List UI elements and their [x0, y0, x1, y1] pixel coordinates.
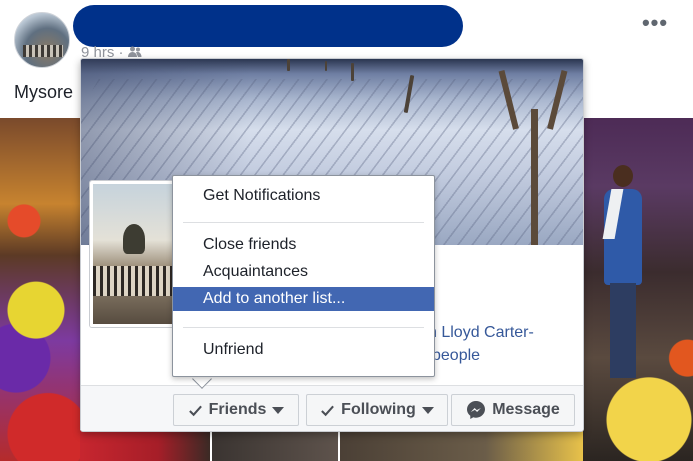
- friends-button[interactable]: Friends: [173, 394, 299, 426]
- following-button[interactable]: Following: [306, 394, 448, 426]
- hovercard-actions: Friends Following Message: [81, 385, 583, 431]
- photo-spices[interactable]: [0, 118, 80, 461]
- friends-dropdown-menu: Get Notifications Close friends Acquaint…: [172, 175, 435, 377]
- post-text: Mysore: [14, 82, 74, 102]
- menu-item-get-notifications[interactable]: Get Notifications: [173, 184, 434, 208]
- profile-picture[interactable]: [90, 181, 182, 327]
- vendor-figure: [602, 165, 642, 380]
- grid-divider: [210, 430, 212, 461]
- photo-bottom-2[interactable]: [212, 430, 338, 461]
- check-icon: [321, 405, 335, 416]
- friends-icon: [127, 46, 142, 57]
- grid-divider: [338, 430, 340, 461]
- menu-separator: [183, 327, 424, 328]
- author-name-redacted: [73, 5, 463, 47]
- messenger-icon: [467, 401, 486, 419]
- caret-down-icon: [272, 406, 285, 414]
- more-options-icon[interactable]: •••: [640, 12, 670, 34]
- mutual-friends-line-1: h Lloyd Carter-: [428, 324, 534, 341]
- mutual-friends-link[interactable]: h Lloyd Carter- people: [428, 321, 534, 367]
- caret-down-icon: [421, 406, 434, 414]
- message-button-label: Message: [492, 401, 560, 418]
- mutual-friends-line-2: people: [432, 347, 481, 364]
- menu-item-unfriend[interactable]: Unfriend: [173, 338, 434, 362]
- author-avatar[interactable]: [14, 12, 70, 68]
- check-icon: [188, 405, 202, 416]
- photo-bottom-1[interactable]: [80, 430, 210, 461]
- menu-item-acquaintances[interactable]: Acquaintances: [173, 260, 434, 284]
- friends-button-label: Friends: [208, 401, 267, 418]
- menu-item-add-to-another-list[interactable]: Add to another list...: [173, 287, 434, 311]
- menu-item-close-friends[interactable]: Close friends: [173, 233, 434, 257]
- menu-separator: [183, 222, 424, 223]
- message-button[interactable]: Message: [451, 394, 575, 426]
- photo-bottom-3[interactable]: [340, 430, 583, 461]
- following-button-label: Following: [341, 401, 416, 418]
